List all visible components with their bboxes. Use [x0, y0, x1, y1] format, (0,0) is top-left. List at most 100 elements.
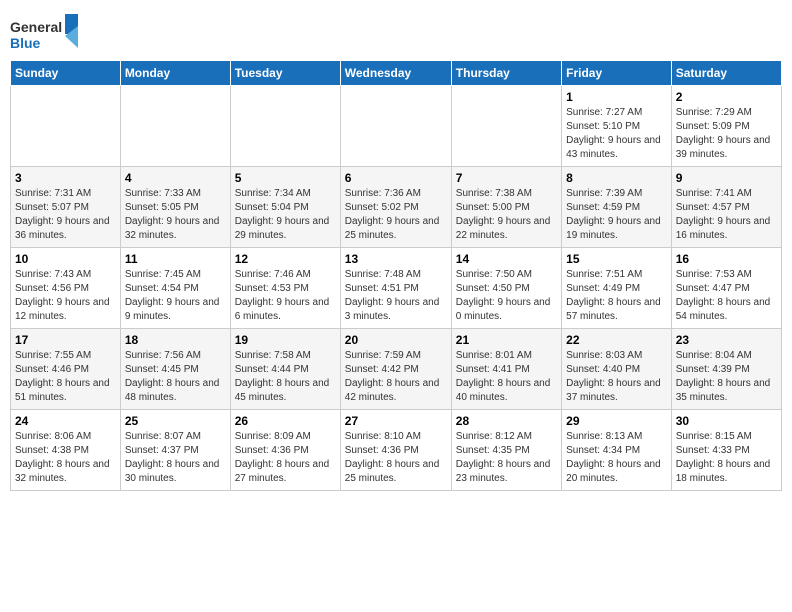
calendar-cell: 14Sunrise: 7:50 AM Sunset: 4:50 PM Dayli…: [451, 248, 561, 329]
day-info: Sunrise: 8:06 AM Sunset: 4:38 PM Dayligh…: [15, 430, 116, 486]
day-number: 19: [235, 333, 336, 347]
day-number: 27: [345, 414, 447, 428]
day-number: 6: [345, 171, 447, 185]
day-number: 14: [456, 252, 557, 266]
day-number: 8: [566, 171, 667, 185]
calendar-cell: 26 Sunrise: 8:09 AM Sunset: 4:36 PM Dayli…: [230, 410, 340, 491]
calendar-cell: 8 Sunrise: 7:39 AM Sunset: 4:59 PM Daylig…: [562, 167, 672, 248]
calendar-cell: 28 Sunrise: 8:12 AM Sunset: 4:35 PM Dayli…: [451, 410, 561, 491]
weekday-header-row: SundayMondayTuesdayWednesdayThursdayFrid…: [11, 61, 782, 86]
day-info: Sunrise: 7:46 AM Sunset: 4:53 PM Dayligh…: [235, 268, 336, 324]
calendar-cell: 25 Sunrise: 8:07 AM Sunset: 4:37 PM Dayli…: [120, 410, 230, 491]
calendar-week-4: 17 Sunrise: 7:55 AM Sunset: 4:46 PM Dayli…: [11, 329, 782, 410]
day-info: Sunrise: 7:39 AM Sunset: 4:59 PM Dayligh…: [566, 187, 667, 243]
day-info: Sunrise: 7:51 AM Sunset: 4:49 PM Dayligh…: [566, 268, 667, 324]
day-info: Sunrise: 7:27 AM Sunset: 5:10 PM Dayligh…: [566, 106, 667, 162]
calendar-cell: 22Sunrise: 8:03 AM Sunset: 4:40 PM Dayli…: [562, 329, 672, 410]
calendar-cell: 5Sunrise: 7:34 AM Sunset: 5:04 PM Daylig…: [230, 167, 340, 248]
day-number: 9: [676, 171, 777, 185]
calendar-cell: 15Sunrise: 7:51 AM Sunset: 4:49 PM Dayli…: [562, 248, 672, 329]
calendar-cell: 2 Sunrise: 7:29 AM Sunset: 5:09 PM Daylig…: [671, 86, 781, 167]
day-info: Sunrise: 8:12 AM Sunset: 4:35 PM Dayligh…: [456, 430, 557, 486]
svg-text:Blue: Blue: [10, 35, 41, 51]
calendar-cell: 27 Sunrise: 8:10 AM Sunset: 4:36 PM Dayli…: [340, 410, 451, 491]
svg-text:General: General: [10, 19, 62, 35]
day-number: 7: [456, 171, 557, 185]
day-info: Sunrise: 8:15 AM Sunset: 4:33 PM Dayligh…: [676, 430, 777, 486]
calendar-cell: 30 Sunrise: 8:15 AM Sunset: 4:33 PM Dayli…: [671, 410, 781, 491]
weekday-header-friday: Friday: [562, 61, 672, 86]
calendar-cell: [451, 86, 561, 167]
day-info: Sunrise: 7:59 AM Sunset: 4:42 PM Dayligh…: [345, 349, 447, 405]
day-info: Sunrise: 8:07 AM Sunset: 4:37 PM Dayligh…: [125, 430, 226, 486]
calendar-cell: 1Sunrise: 7:27 AM Sunset: 5:10 PM Daylig…: [562, 86, 672, 167]
day-number: 26: [235, 414, 336, 428]
calendar-cell: 10 Sunrise: 7:43 AM Sunset: 4:56 PM Dayli…: [11, 248, 121, 329]
calendar-cell: [11, 86, 121, 167]
calendar-cell: 17 Sunrise: 7:55 AM Sunset: 4:46 PM Dayli…: [11, 329, 121, 410]
calendar-cell: 16 Sunrise: 7:53 AM Sunset: 4:47 PM Dayli…: [671, 248, 781, 329]
day-info: Sunrise: 8:10 AM Sunset: 4:36 PM Dayligh…: [345, 430, 447, 486]
day-number: 12: [235, 252, 336, 266]
day-number: 11: [125, 252, 226, 266]
calendar-cell: 3 Sunrise: 7:31 AM Sunset: 5:07 PM Daylig…: [11, 167, 121, 248]
weekday-header-tuesday: Tuesday: [230, 61, 340, 86]
calendar-week-2: 3 Sunrise: 7:31 AM Sunset: 5:07 PM Daylig…: [11, 167, 782, 248]
day-info: Sunrise: 7:55 AM Sunset: 4:46 PM Dayligh…: [15, 349, 116, 405]
calendar-cell: 23Sunrise: 8:04 AM Sunset: 4:39 PM Dayli…: [671, 329, 781, 410]
day-number: 17: [15, 333, 116, 347]
calendar-cell: 18 Sunrise: 7:56 AM Sunset: 4:45 PM Dayli…: [120, 329, 230, 410]
day-number: 18: [125, 333, 226, 347]
calendar-week-3: 10 Sunrise: 7:43 AM Sunset: 4:56 PM Dayli…: [11, 248, 782, 329]
day-info: Sunrise: 8:09 AM Sunset: 4:36 PM Dayligh…: [235, 430, 336, 486]
day-number: 30: [676, 414, 777, 428]
calendar-week-5: 24Sunrise: 8:06 AM Sunset: 4:38 PM Dayli…: [11, 410, 782, 491]
day-info: Sunrise: 7:41 AM Sunset: 4:57 PM Dayligh…: [676, 187, 777, 243]
calendar-cell: [120, 86, 230, 167]
day-number: 10: [15, 252, 116, 266]
day-number: 28: [456, 414, 557, 428]
calendar-cell: 19 Sunrise: 7:58 AM Sunset: 4:44 PM Dayli…: [230, 329, 340, 410]
calendar-cell: 13Sunrise: 7:48 AM Sunset: 4:51 PM Dayli…: [340, 248, 451, 329]
day-info: Sunrise: 7:36 AM Sunset: 5:02 PM Dayligh…: [345, 187, 447, 243]
day-number: 21: [456, 333, 557, 347]
calendar-cell: [230, 86, 340, 167]
day-info: Sunrise: 7:29 AM Sunset: 5:09 PM Dayligh…: [676, 106, 777, 162]
day-info: Sunrise: 8:03 AM Sunset: 4:40 PM Dayligh…: [566, 349, 667, 405]
calendar-cell: 11 Sunrise: 7:45 AM Sunset: 4:54 PM Dayli…: [120, 248, 230, 329]
day-number: 2: [676, 90, 777, 104]
day-info: Sunrise: 7:56 AM Sunset: 4:45 PM Dayligh…: [125, 349, 226, 405]
calendar-cell: 6 Sunrise: 7:36 AM Sunset: 5:02 PM Daylig…: [340, 167, 451, 248]
day-info: Sunrise: 8:13 AM Sunset: 4:34 PM Dayligh…: [566, 430, 667, 486]
day-info: Sunrise: 7:58 AM Sunset: 4:44 PM Dayligh…: [235, 349, 336, 405]
day-number: 29: [566, 414, 667, 428]
weekday-header-monday: Monday: [120, 61, 230, 86]
calendar-cell: 21Sunrise: 8:01 AM Sunset: 4:41 PM Dayli…: [451, 329, 561, 410]
calendar-body: 1Sunrise: 7:27 AM Sunset: 5:10 PM Daylig…: [11, 86, 782, 491]
calendar-header: SundayMondayTuesdayWednesdayThursdayFrid…: [11, 61, 782, 86]
calendar-cell: [340, 86, 451, 167]
calendar-cell: 7Sunrise: 7:38 AM Sunset: 5:00 PM Daylig…: [451, 167, 561, 248]
day-number: 25: [125, 414, 226, 428]
day-info: Sunrise: 7:31 AM Sunset: 5:07 PM Dayligh…: [15, 187, 116, 243]
calendar-cell: 24Sunrise: 8:06 AM Sunset: 4:38 PM Dayli…: [11, 410, 121, 491]
logo: GeneralBlue: [10, 14, 80, 54]
day-info: Sunrise: 7:33 AM Sunset: 5:05 PM Dayligh…: [125, 187, 226, 243]
day-info: Sunrise: 7:43 AM Sunset: 4:56 PM Dayligh…: [15, 268, 116, 324]
weekday-header-saturday: Saturday: [671, 61, 781, 86]
day-number: 13: [345, 252, 447, 266]
day-number: 23: [676, 333, 777, 347]
day-info: Sunrise: 7:53 AM Sunset: 4:47 PM Dayligh…: [676, 268, 777, 324]
weekday-header-sunday: Sunday: [11, 61, 121, 86]
day-number: 4: [125, 171, 226, 185]
day-number: 3: [15, 171, 116, 185]
calendar-cell: 9 Sunrise: 7:41 AM Sunset: 4:57 PM Daylig…: [671, 167, 781, 248]
calendar-table: SundayMondayTuesdayWednesdayThursdayFrid…: [10, 60, 782, 491]
calendar-cell: 4 Sunrise: 7:33 AM Sunset: 5:05 PM Daylig…: [120, 167, 230, 248]
weekday-header-wednesday: Wednesday: [340, 61, 451, 86]
page-header: GeneralBlue: [10, 10, 782, 54]
calendar-cell: 12 Sunrise: 7:46 AM Sunset: 4:53 PM Dayli…: [230, 248, 340, 329]
day-info: Sunrise: 7:45 AM Sunset: 4:54 PM Dayligh…: [125, 268, 226, 324]
calendar-cell: 29 Sunrise: 8:13 AM Sunset: 4:34 PM Dayli…: [562, 410, 672, 491]
day-number: 16: [676, 252, 777, 266]
